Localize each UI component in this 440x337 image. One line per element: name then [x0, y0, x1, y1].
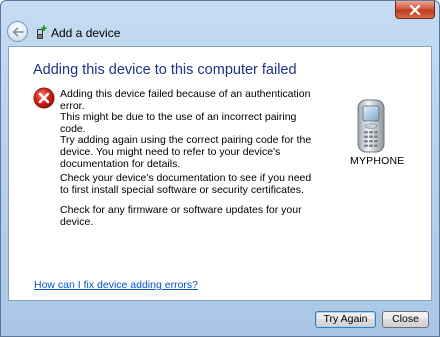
header-bar: Add a device [5, 21, 435, 45]
close-icon [409, 4, 421, 15]
device-name: MYPHONE [350, 155, 405, 167]
back-arrow-icon [12, 26, 24, 37]
button-bar: Try Again Close [2, 301, 438, 335]
documentation-instructions: Check your device's documentation to see… [60, 172, 312, 196]
page-title: Adding this device to this computer fail… [33, 62, 297, 78]
mobile-phone-icon [357, 99, 385, 153]
dialog-window: Add a device Adding this device to this … [0, 0, 440, 337]
title-bar [1, 1, 439, 21]
back-button[interactable] [7, 21, 28, 42]
close-button[interactable]: Close [382, 311, 429, 328]
window-close-button[interactable] [395, 1, 435, 19]
error-message: Adding this device failed because of an … [60, 88, 311, 112]
cause-message: This might be due to the use of an incor… [60, 111, 297, 135]
content-panel: Adding this device to this computer fail… [8, 46, 432, 301]
try-again-button[interactable]: Try Again [315, 311, 376, 328]
add-device-icon [37, 25, 47, 39]
error-icon [33, 87, 55, 109]
help-link[interactable]: How can I fix device adding errors? [34, 279, 198, 291]
update-instructions: Check for any firmware or software updat… [60, 204, 302, 228]
retry-instructions: Try adding again using the correct pairi… [60, 134, 312, 170]
dialog-title: Add a device [51, 26, 121, 40]
